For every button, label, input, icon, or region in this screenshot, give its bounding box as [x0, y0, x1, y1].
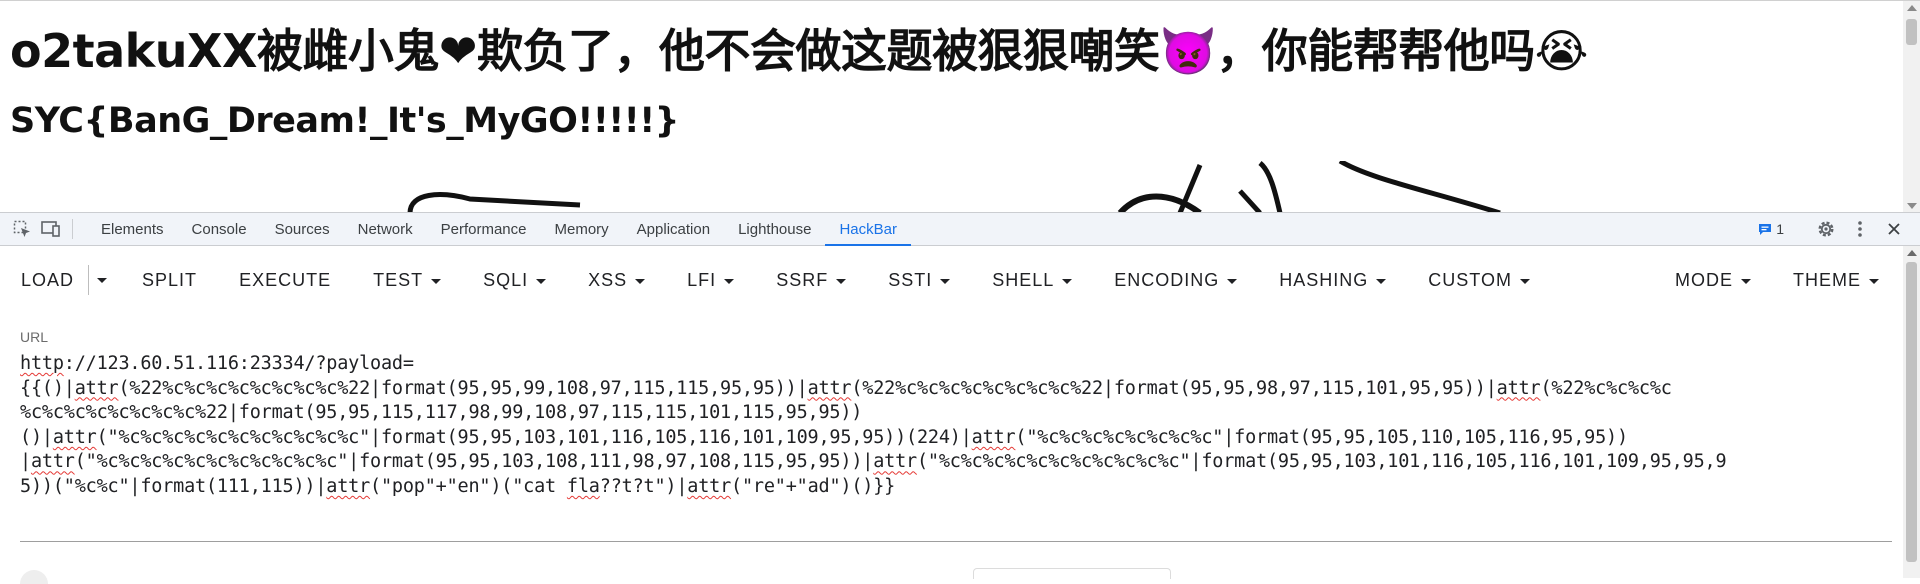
menu-shell-label: SHELL: [992, 270, 1055, 290]
menu-ssti[interactable]: SSTI: [867, 260, 971, 300]
menu-mode-label: MODE: [1675, 270, 1733, 290]
issues-count: 1: [1776, 221, 1784, 237]
issues-button[interactable]: 1: [1758, 221, 1784, 237]
url-line: http://123.60.51.116:23334/?payload=: [20, 353, 414, 374]
tab-performance[interactable]: Performance: [427, 213, 541, 246]
url-line: |attr("%c%c%c%c%c%c%c%c%c%c%c"|format(95…: [20, 451, 1727, 473]
url-line: 5))("%c%c"|format(111,115))|attr("pop"+"…: [20, 475, 896, 497]
devtools-tabbar: Elements Console Sources Network Perform…: [0, 212, 1920, 246]
url-textarea[interactable]: http://123.60.51.116:23334/?payload= {{(…: [20, 352, 1892, 542]
caret-down-icon: [536, 278, 547, 284]
caret-down-icon: [1741, 278, 1751, 284]
menu-custom[interactable]: CUSTOM: [1407, 260, 1551, 300]
sketch-image: [407, 161, 1501, 213]
hackbar-toolbar: LOAD SPLIT EXECUTE TEST SQLI XSS LFI SSR…: [0, 256, 1900, 304]
scroll-up-icon[interactable]: [1907, 250, 1917, 256]
tab-hackbar[interactable]: HackBar: [825, 213, 911, 246]
devtools-panel: Elements Console Sources Network Perform…: [0, 212, 1920, 584]
avatar: [20, 570, 48, 584]
tab-application[interactable]: Application: [623, 213, 724, 246]
tab-console[interactable]: Console: [178, 213, 261, 246]
scroll-up-icon[interactable]: [1907, 5, 1917, 11]
page-scrollbar[interactable]: [1903, 1, 1920, 213]
flag-text: SYC{BanG_Dream!_It's_MyGO!!!!!}: [10, 101, 680, 141]
toolbar-divider: [72, 219, 73, 239]
device-toolbar-icon[interactable]: [36, 215, 64, 243]
menu-hashing[interactable]: HASHING: [1258, 260, 1407, 300]
tab-network[interactable]: Network: [344, 213, 427, 246]
load-dropdown-button[interactable]: [89, 260, 121, 300]
devtools-scrollbar[interactable]: [1903, 246, 1920, 578]
tab-elements[interactable]: Elements: [87, 213, 178, 246]
url-line: {{()|attr(%22%c%c%c%c%c%c%c%c%22|format(…: [20, 377, 1672, 399]
caret-down-icon: [1519, 278, 1530, 284]
caret-down-icon: [635, 278, 646, 284]
execute-button[interactable]: EXECUTE: [218, 260, 352, 300]
menu-lfi-label: LFI: [687, 270, 717, 290]
caret-down-icon: [940, 278, 951, 284]
inspect-element-icon[interactable]: [8, 215, 36, 243]
tab-memory[interactable]: Memory: [541, 213, 623, 246]
caret-down-icon: [431, 278, 442, 284]
split-button[interactable]: SPLIT: [121, 260, 218, 300]
caret-down-icon: [1869, 278, 1879, 284]
url-label: URL: [20, 329, 49, 345]
load-button[interactable]: LOAD: [0, 260, 88, 300]
menu-ssrf-label: SSRF: [776, 270, 829, 290]
menu-ssrf[interactable]: SSRF: [755, 260, 867, 300]
scrollbar-thumb[interactable]: [1906, 262, 1917, 562]
close-icon[interactable]: [1880, 215, 1908, 243]
issues-icon: [1759, 224, 1772, 235]
menu-encoding[interactable]: ENCODING: [1093, 260, 1258, 300]
scrollbar-thumb[interactable]: [1906, 19, 1917, 45]
page-viewport: o2takuXX被雌小鬼❤欺负了，他不会做这题被狠狠嘲笑👿，你能帮帮他吗😭 SY…: [0, 0, 1920, 213]
tab-sources[interactable]: Sources: [261, 213, 344, 246]
menu-xss-label: XSS: [588, 270, 628, 290]
more-vertical-icon[interactable]: [1846, 215, 1874, 243]
menu-lfi[interactable]: LFI: [666, 260, 755, 300]
page-heading: o2takuXX被雌小鬼❤欺负了，他不会做这题被狠狠嘲笑👿，你能帮帮他吗😭: [10, 24, 1588, 78]
bottom-card: [973, 568, 1171, 579]
url-line: ()|attr("%c%c%c%c%c%c%c%c%c%c%c"|format(…: [20, 426, 1628, 448]
menu-hashing-label: HASHING: [1279, 270, 1369, 290]
menu-encoding-label: ENCODING: [1114, 270, 1220, 290]
caret-down-icon: [97, 277, 108, 283]
menu-xss[interactable]: XSS: [567, 260, 666, 300]
caret-down-icon: [1062, 278, 1073, 284]
menu-theme-label: THEME: [1793, 270, 1861, 290]
tab-lighthouse[interactable]: Lighthouse: [724, 213, 825, 246]
devtools-right-controls: 1: [1758, 215, 1920, 243]
caret-down-icon: [1227, 278, 1238, 284]
url-line: %c%c%c%c%c%c%c%c%22|format(95,95,115,117…: [20, 402, 863, 424]
menu-mode[interactable]: MODE: [1654, 260, 1772, 300]
menu-shell[interactable]: SHELL: [971, 260, 1093, 300]
menu-sqli-label: SQLI: [483, 270, 529, 290]
caret-down-icon: [1376, 278, 1387, 284]
menu-test-label: TEST: [373, 270, 424, 290]
url-value[interactable]: http://123.60.51.116:23334/?payload= {{(…: [20, 352, 1892, 500]
menu-sqli[interactable]: SQLI: [462, 260, 567, 300]
scroll-down-icon[interactable]: [1907, 203, 1917, 209]
menu-theme[interactable]: THEME: [1772, 260, 1900, 300]
menu-ssti-label: SSTI: [888, 270, 933, 290]
menu-test[interactable]: TEST: [352, 260, 462, 300]
settings-gear-icon[interactable]: [1812, 215, 1840, 243]
caret-down-icon: [836, 278, 847, 284]
menu-custom-label: CUSTOM: [1428, 270, 1512, 290]
caret-down-icon: [724, 278, 735, 284]
